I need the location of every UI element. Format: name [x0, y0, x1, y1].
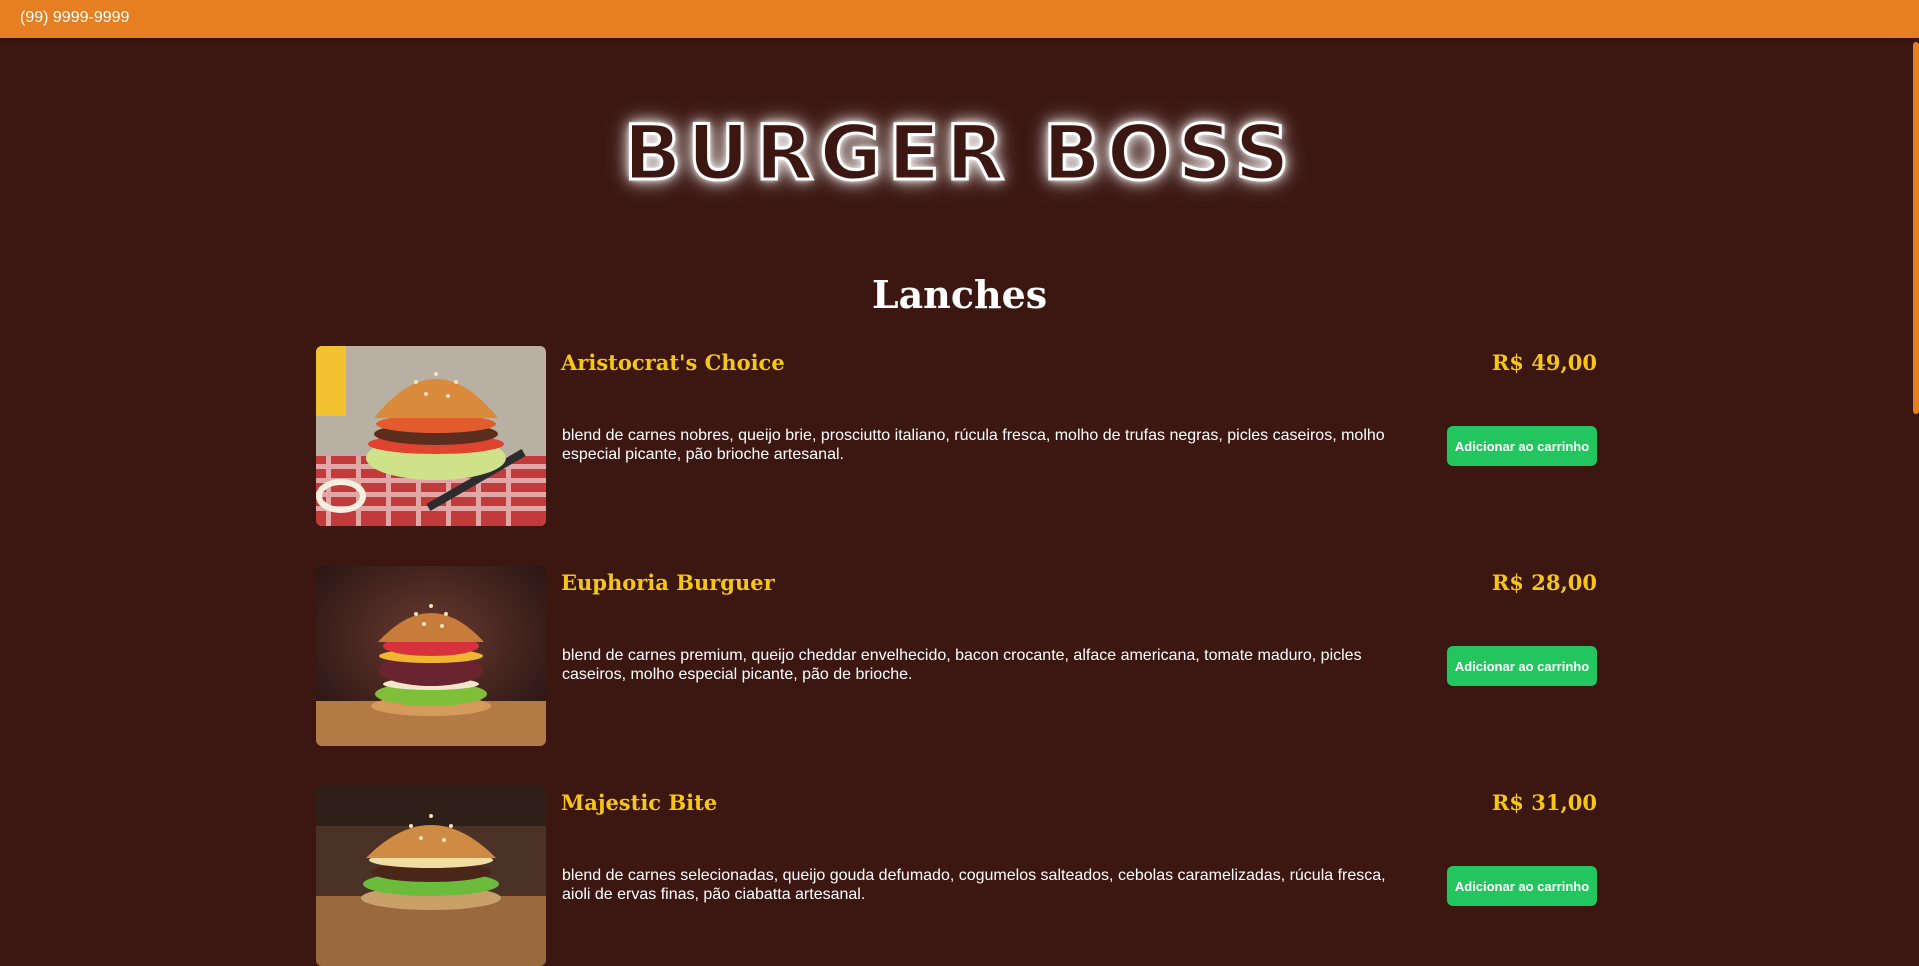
item-name: Majestic Bite [561, 790, 718, 815]
item-name: Euphoria Burguer [561, 570, 775, 595]
brand-logo: BURGER BOSS [622, 107, 1296, 199]
add-to-cart-button[interactable]: Adicionar ao carrinho [1447, 646, 1597, 686]
item-name: Aristocrat's Choice [561, 350, 785, 375]
item-price: R$ 49,00 [1491, 350, 1597, 375]
scrollbar-thumb[interactable] [1913, 42, 1919, 414]
burger-photo [316, 786, 546, 966]
add-to-cart-button[interactable]: Adicionar ao carrinho [1447, 426, 1597, 466]
item-description: blend de carnes selecionadas, queijo gou… [562, 867, 1386, 903]
phone-number[interactable]: (99) 9999-9999 [20, 9, 129, 27]
menu-item: Majestic Bite R$ 31,00 blend de carnes s… [316, 786, 1597, 966]
item-price: R$ 28,00 [1491, 570, 1597, 595]
burger-photo [316, 346, 546, 526]
menu-item: Aristocrat's Choice R$ 49,00 blend de ca… [316, 346, 1597, 526]
item-description: blend de carnes premium, queijo cheddar … [562, 647, 1362, 683]
top-bar: (99) 9999-9999 [0, 0, 1919, 38]
add-to-cart-button[interactable]: Adicionar ao carrinho [1447, 866, 1597, 906]
item-description: blend de carnes nobres, queijo brie, pro… [562, 427, 1385, 463]
section-title: Lanches [871, 272, 1048, 317]
item-price: R$ 31,00 [1491, 790, 1597, 815]
menu-item: Euphoria Burguer R$ 28,00 blend de carne… [316, 566, 1597, 746]
burger-photo [316, 566, 546, 746]
